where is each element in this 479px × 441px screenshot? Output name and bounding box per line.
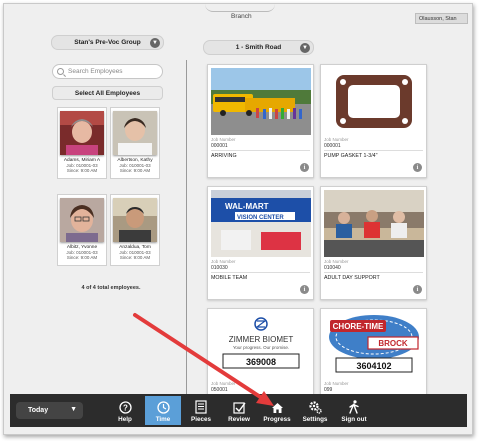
user-name-box[interactable]: Olausson, Stan bbox=[415, 13, 468, 24]
time-button[interactable]: Time bbox=[145, 396, 181, 425]
job-description: ADULT DAY SUPPORT bbox=[324, 275, 380, 281]
search-icon bbox=[57, 68, 64, 75]
search-input-placeholder: Search Employees bbox=[68, 68, 123, 75]
branch-tab-handle[interactable] bbox=[205, 4, 275, 12]
job-number: 000001 bbox=[211, 143, 228, 149]
job-image-zimmer-biomet: ZIMMER BIOMET Your progress. Our promise… bbox=[211, 312, 311, 379]
job-divider bbox=[324, 150, 423, 151]
info-icon[interactable]: i bbox=[413, 163, 422, 172]
employee-photo bbox=[113, 111, 157, 155]
job-image-school-bus bbox=[211, 68, 311, 135]
job-divider bbox=[211, 150, 310, 151]
job-divider bbox=[324, 272, 423, 273]
job-number-label: Job Number bbox=[324, 137, 349, 142]
column-divider bbox=[186, 60, 187, 400]
walking-person-icon bbox=[347, 400, 361, 414]
select-all-employees-button[interactable]: Select All Employees bbox=[52, 86, 163, 100]
job-card[interactable]: WAL-MART VISION CENTER Job Number 010030… bbox=[207, 186, 314, 300]
employee-card[interactable]: Adams, Miriam A Job: 010001-03 Since: 9:… bbox=[57, 107, 107, 179]
employee-since: Since: 9:00 AM bbox=[66, 255, 98, 260]
employee-card[interactable]: Albertson, Kathy Job: 010001-03 Since: 9… bbox=[110, 107, 160, 179]
document-icon bbox=[194, 400, 208, 414]
branch-label: Branch bbox=[231, 13, 252, 20]
chore-time-code: 3604102 bbox=[356, 361, 391, 371]
chevron-down-icon: ▼ bbox=[70, 406, 77, 413]
help-button[interactable]: ? Help bbox=[107, 396, 143, 425]
chore-time-logo-text: CHORE-TIME bbox=[333, 322, 384, 331]
progress-button[interactable]: Progress bbox=[259, 396, 295, 425]
search-employees-field[interactable]: Search Employees bbox=[52, 64, 163, 79]
employee-since: Since: 9:00 AM bbox=[119, 255, 151, 260]
zimmer-logo-text: ZIMMER BIOMET bbox=[229, 335, 294, 344]
job-number: 099 bbox=[324, 387, 333, 393]
job-image-walmart: WAL-MART VISION CENTER bbox=[211, 190, 311, 257]
vision-center-sign-text: VISION CENTER bbox=[237, 215, 284, 221]
location-select[interactable]: 1 - Smith Road ▼ bbox=[203, 40, 314, 55]
gear-icon bbox=[308, 400, 322, 414]
sign-out-button[interactable]: Sign out bbox=[336, 396, 372, 425]
clock-icon bbox=[156, 400, 170, 414]
info-icon[interactable]: i bbox=[300, 163, 309, 172]
job-number: 010030 bbox=[211, 265, 228, 271]
zimmer-code: 369008 bbox=[246, 357, 276, 367]
job-number-label: Job Number bbox=[211, 381, 236, 386]
employee-photo bbox=[60, 198, 104, 242]
employee-total: 4 of 4 total employees. bbox=[81, 285, 141, 291]
time-label: Time bbox=[155, 416, 171, 423]
job-image-adult-day bbox=[324, 190, 424, 257]
review-button[interactable]: Review bbox=[221, 396, 257, 425]
walmart-sign-text: WAL-MART bbox=[225, 202, 269, 211]
job-number-label: Job Number bbox=[324, 381, 349, 386]
checkbox-icon bbox=[232, 400, 246, 414]
home-icon bbox=[270, 400, 284, 414]
zimmer-tagline: Your progress. Our promise. bbox=[233, 345, 289, 350]
app-window: Branch Olausson, Stan Stan's Pre-Voc Gro… bbox=[3, 3, 473, 435]
job-number: 000001 bbox=[324, 143, 341, 149]
job-divider bbox=[211, 272, 310, 273]
help-icon: ? bbox=[118, 400, 132, 414]
job-card[interactable]: Job Number 010040 ADULT DAY SUPPORT i bbox=[320, 186, 427, 300]
help-label: Help bbox=[118, 416, 132, 423]
location-select-value: 1 - Smith Road bbox=[235, 44, 282, 51]
settings-button[interactable]: Settings bbox=[297, 396, 333, 425]
today-label: Today bbox=[28, 407, 49, 414]
info-icon[interactable]: i bbox=[300, 285, 309, 294]
settings-label: Settings bbox=[302, 416, 328, 423]
pieces-label: Pieces bbox=[191, 416, 211, 423]
progress-label: Progress bbox=[263, 416, 291, 423]
job-number-label: Job Number bbox=[211, 259, 236, 264]
sign-out-label: Sign out bbox=[341, 416, 367, 423]
pieces-button[interactable]: Pieces bbox=[183, 396, 219, 425]
brock-logo-text: BROCK bbox=[378, 339, 408, 348]
job-image-chore-time-brock: CHORE-TIME BROCK 3604102 bbox=[324, 312, 424, 379]
job-description: MOBILE TEAM bbox=[211, 275, 248, 281]
employee-card[interactable]: Anzaldua, Tom Job: 010001-03 Since: 9:00… bbox=[110, 194, 160, 266]
chevron-down-icon: ▼ bbox=[150, 38, 160, 48]
svg-text:?: ? bbox=[123, 403, 128, 412]
job-number: 050001 bbox=[211, 387, 228, 393]
info-icon[interactable]: i bbox=[413, 285, 422, 294]
today-dropdown[interactable]: Today ▼ bbox=[16, 402, 83, 419]
group-select-value: Stan's Pre-Voc Group bbox=[74, 39, 141, 46]
job-description: ARRIVING bbox=[211, 153, 237, 159]
select-all-label: Select All Employees bbox=[74, 89, 141, 97]
job-image-gasket bbox=[324, 68, 424, 135]
job-number-label: Job Number bbox=[211, 137, 236, 142]
job-card[interactable]: Job Number 000001 ARRIVING i bbox=[207, 64, 314, 178]
employee-card[interactable]: Albitz, Yvonne Job: 010001-03 Since: 9:0… bbox=[57, 194, 107, 266]
employee-since: Since: 9:00 AM bbox=[66, 168, 98, 173]
job-number: 010040 bbox=[324, 265, 341, 271]
chevron-down-icon: ▼ bbox=[300, 43, 310, 53]
job-card[interactable]: Job Number 000001 PUMP GASKET 1-3/4" i bbox=[320, 64, 427, 178]
job-description: PUMP GASKET 1-3/4" bbox=[324, 153, 378, 159]
employee-photo bbox=[60, 111, 104, 155]
group-select[interactable]: Stan's Pre-Voc Group ▼ bbox=[51, 35, 164, 50]
job-number-label: Job Number bbox=[324, 259, 349, 264]
employee-since: Since: 9:00 AM bbox=[119, 168, 151, 173]
review-label: Review bbox=[228, 416, 250, 423]
employee-photo bbox=[113, 198, 157, 242]
